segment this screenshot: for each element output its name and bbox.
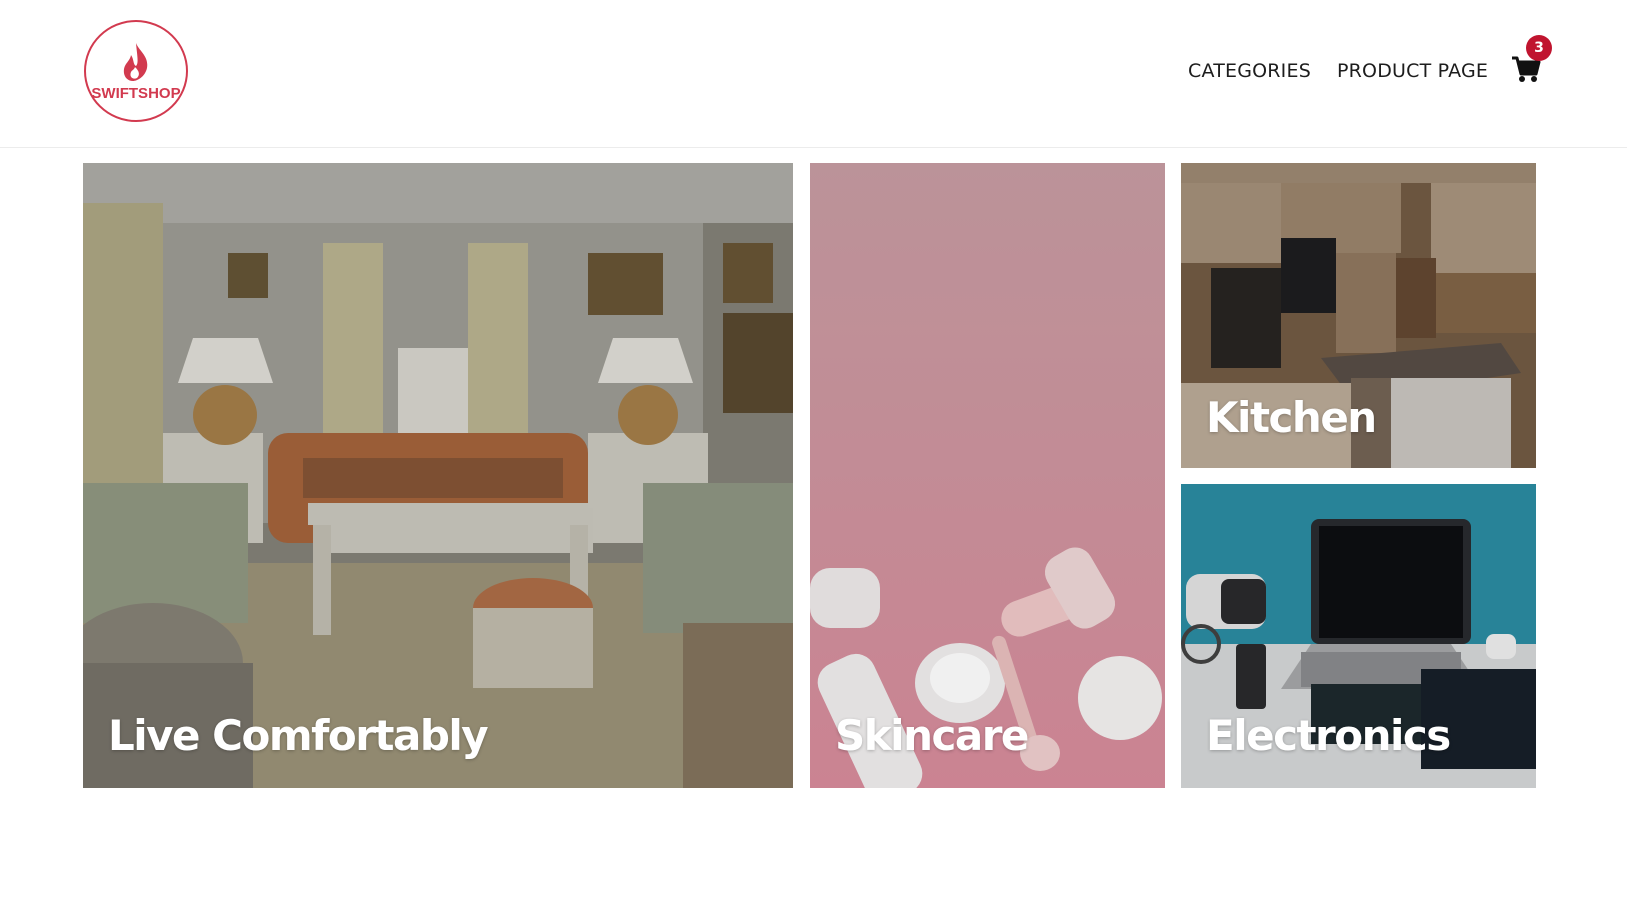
category-tile-skincare[interactable]: Skincare [810,163,1165,788]
category-tile-electronics[interactable]: Electronics [1181,484,1536,788]
tile-label: Skincare [835,711,1029,760]
tile-label: Kitchen [1206,393,1377,442]
living-room-photo [83,163,793,788]
category-tile-kitchen[interactable]: Kitchen [1181,163,1536,468]
cart-count-badge: 3 [1526,35,1552,61]
category-tile-living[interactable]: Live Comfortably [83,163,793,788]
nav-categories-link[interactable]: CATEGORIES [1188,60,1311,82]
tile-label: Electronics [1206,711,1451,760]
tile-label: Live Comfortably [108,711,489,760]
site-header: SWIFTSHOP CATEGORIES PRODUCT PAGE 3 [0,0,1627,148]
main-nav: CATEGORIES PRODUCT PAGE [0,60,1627,90]
nav-product-page-link[interactable]: PRODUCT PAGE [1337,60,1488,82]
skincare-products-photo [810,163,1165,788]
